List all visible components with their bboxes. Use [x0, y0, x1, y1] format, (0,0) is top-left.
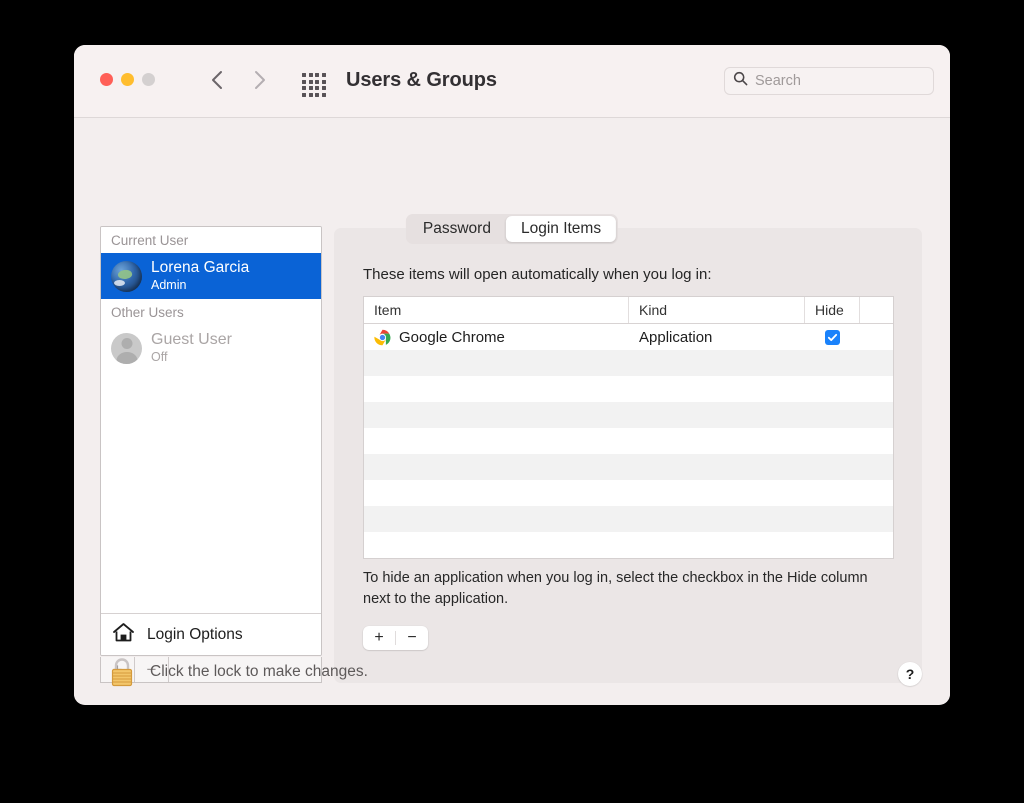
table-row[interactable] — [364, 402, 893, 428]
cell-kind — [629, 376, 805, 402]
table-row[interactable] — [364, 480, 893, 506]
cell-spacer — [860, 428, 893, 454]
group-header-current-user: Current User — [101, 227, 321, 253]
lock-control[interactable]: Click the lock to make changes. — [108, 656, 368, 688]
cell-hide — [805, 402, 860, 428]
sidebar-item-login-options[interactable]: Login Options — [101, 613, 321, 655]
search-input[interactable] — [755, 73, 925, 89]
window-toolbar: Users & Groups — [74, 45, 950, 118]
close-window-button[interactable] — [100, 73, 113, 86]
panel-help-text: To hide an application when you log in, … — [363, 570, 868, 608]
window-body: Current User Lorena Garcia Admin Other U… — [74, 118, 950, 704]
panel-intro-text: These items will open automatically when… — [363, 266, 712, 283]
user-role: Admin — [151, 277, 187, 292]
cell-spacer — [860, 350, 893, 376]
home-icon — [112, 622, 135, 648]
column-header-item[interactable]: Item — [364, 297, 629, 323]
login-items-panel: These items will open automatically when… — [334, 228, 922, 683]
cell-kind — [629, 350, 805, 376]
cell-spacer — [860, 480, 893, 506]
cell-item: Google Chrome — [364, 324, 629, 350]
cell-item — [364, 454, 629, 480]
cell-hide — [805, 350, 860, 376]
cell-hide — [805, 324, 860, 350]
cell-spacer — [860, 376, 893, 402]
lock-label: Click the lock to make changes. — [150, 663, 368, 680]
chevron-left-icon[interactable] — [206, 67, 228, 93]
minimize-window-button[interactable] — [121, 73, 134, 86]
column-header-hide[interactable]: Hide — [805, 297, 860, 323]
cell-item — [364, 428, 629, 454]
cell-spacer — [860, 532, 893, 558]
cell-hide — [805, 376, 860, 402]
person-avatar-icon — [111, 332, 142, 364]
item-name: Google Chrome — [399, 328, 505, 346]
navigation-arrows — [206, 67, 270, 93]
grid-view-icon[interactable] — [302, 73, 326, 97]
tab-password[interactable]: Password — [408, 216, 506, 242]
cell-kind — [629, 454, 805, 480]
table-row[interactable] — [364, 454, 893, 480]
add-login-item-button[interactable]: + — [363, 626, 395, 650]
cell-hide — [805, 428, 860, 454]
globe-avatar-icon — [111, 260, 142, 292]
table-row[interactable] — [364, 506, 893, 532]
cell-hide — [805, 480, 860, 506]
cell-item — [364, 532, 629, 558]
table-row[interactable] — [364, 376, 893, 402]
sidebar-item-lorena-garcia[interactable]: Lorena Garcia Admin — [101, 253, 321, 299]
cell-item — [364, 350, 629, 376]
tab-login-items[interactable]: Login Items — [505, 216, 617, 242]
traffic-lights — [100, 73, 155, 86]
preferences-window: Users & Groups Current User Lorena Garci… — [74, 45, 950, 705]
tab-bar: Password Login Items — [405, 214, 619, 244]
search-icon — [733, 71, 748, 91]
hide-checkbox[interactable] — [825, 329, 840, 345]
users-list: Current User Lorena Garcia Admin Other U… — [100, 226, 322, 656]
cell-kind — [629, 480, 805, 506]
cell-hide — [805, 454, 860, 480]
lock-closed-icon[interactable] — [108, 656, 136, 688]
zoom-window-button[interactable] — [142, 73, 155, 86]
group-header-other-users: Other Users — [101, 299, 321, 325]
cell-item — [364, 376, 629, 402]
cell-spacer — [860, 454, 893, 480]
sidebar-item-guest-user[interactable]: Guest User Off — [101, 325, 321, 371]
chevron-right-icon[interactable] — [248, 67, 270, 93]
search-field[interactable] — [724, 67, 934, 95]
user-labels: Guest User Off — [151, 331, 232, 365]
column-header-kind[interactable]: Kind — [629, 297, 805, 323]
table-row[interactable]: Google Chrome Application — [364, 324, 893, 350]
login-items-buttonbar: + − — [363, 626, 428, 650]
column-header-spacer — [860, 297, 893, 323]
cell-spacer — [860, 324, 893, 350]
table-row[interactable] — [364, 428, 893, 454]
user-role: Off — [151, 350, 168, 365]
cell-kind — [629, 428, 805, 454]
cell-spacer — [860, 506, 893, 532]
table-header-row: Item Kind Hide — [364, 297, 893, 324]
cell-kind: Application — [639, 328, 713, 346]
remove-login-item-button[interactable]: − — [396, 626, 428, 650]
table-row[interactable] — [364, 350, 893, 376]
login-options-label: Login Options — [147, 625, 243, 643]
help-button[interactable]: ? — [898, 662, 922, 686]
login-items-table: Item Kind Hide Google Chrome Application — [363, 296, 894, 559]
cell-hide — [805, 506, 860, 532]
cell-spacer — [860, 402, 893, 428]
chrome-icon — [374, 328, 391, 346]
table-row[interactable] — [364, 532, 893, 558]
cell-kind — [629, 402, 805, 428]
cell-item — [364, 506, 629, 532]
user-labels: Lorena Garcia Admin — [151, 259, 249, 292]
page-title: Users & Groups — [346, 69, 497, 91]
cell-hide — [805, 532, 860, 558]
user-name: Guest User — [151, 331, 232, 349]
cell-item — [364, 402, 629, 428]
cell-kind — [629, 506, 805, 532]
cell-kind — [629, 532, 805, 558]
user-name: Lorena Garcia — [151, 259, 250, 277]
cell-item — [364, 480, 629, 506]
